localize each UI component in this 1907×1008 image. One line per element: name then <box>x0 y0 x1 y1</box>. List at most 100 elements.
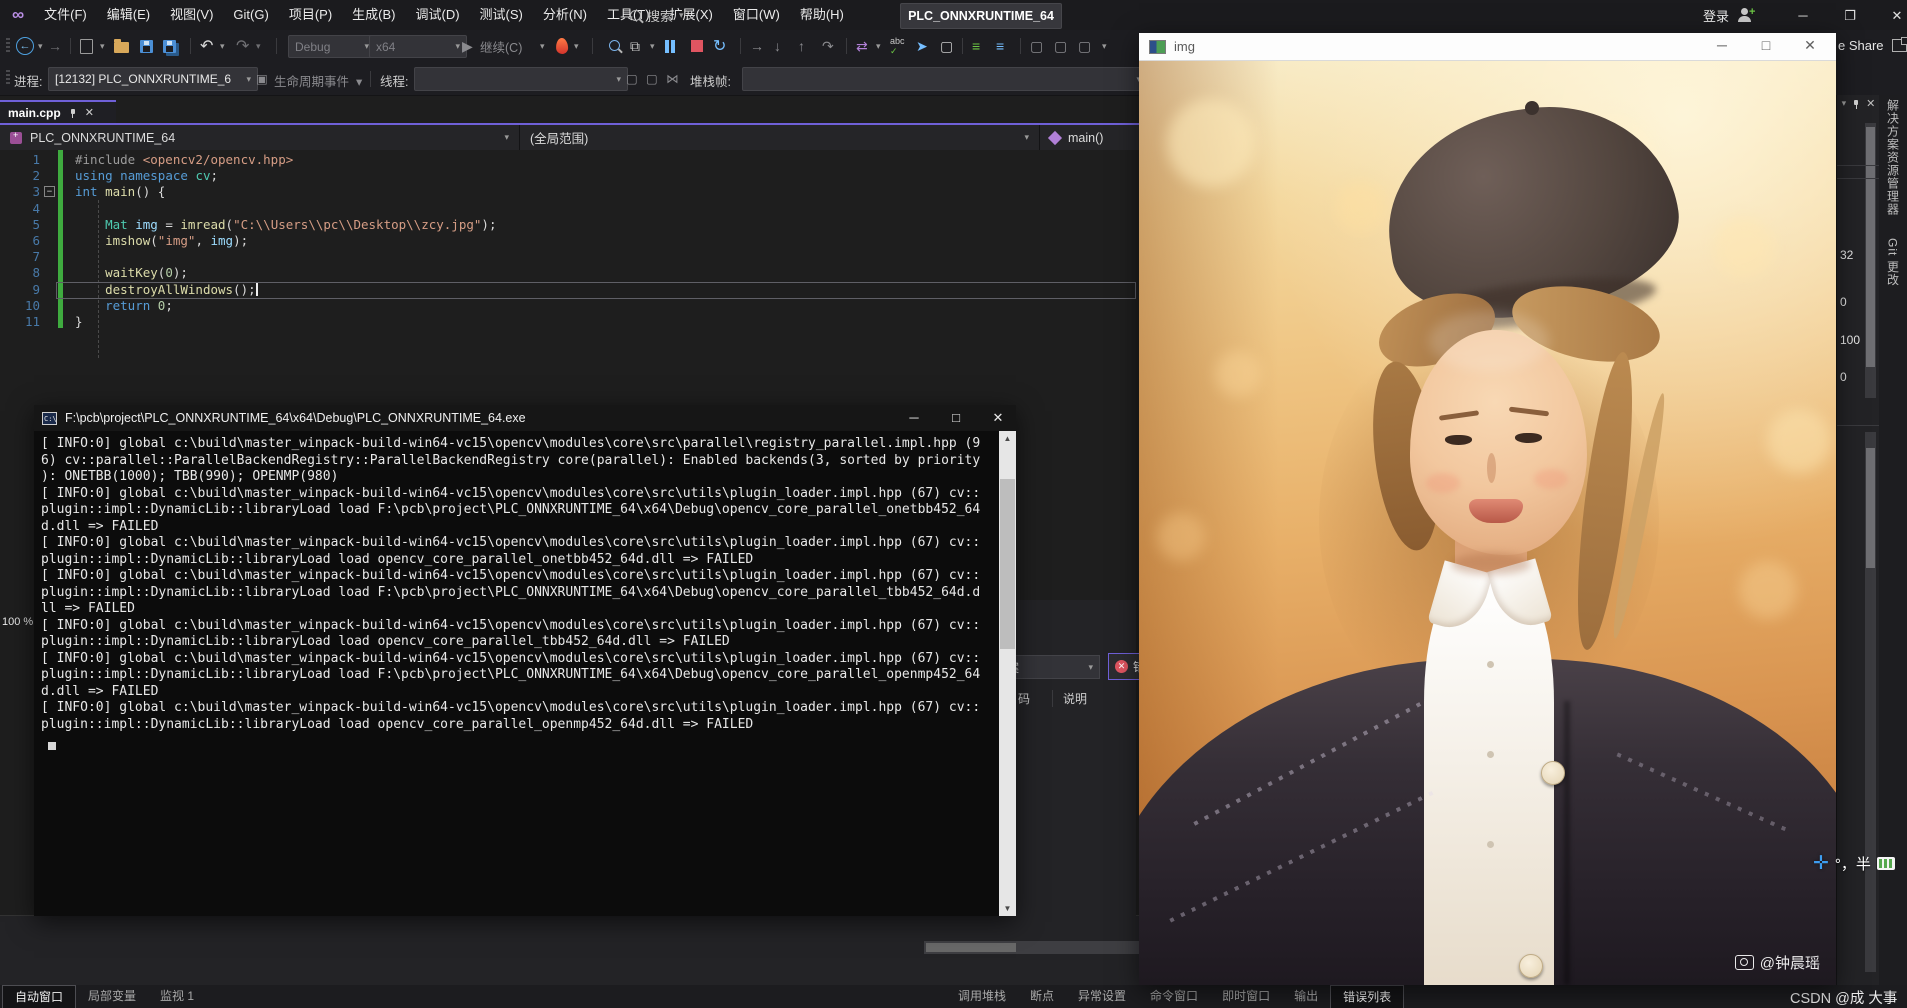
scroll-up-icon[interactable]: ▲ <box>999 431 1016 446</box>
navigate-forward-icon[interactable]: → <box>48 36 62 56</box>
save-all-icon[interactable] <box>163 36 176 56</box>
drag-handle[interactable] <box>6 70 10 86</box>
lifecycle-events-button[interactable]: 生命周期事件 <box>274 71 349 90</box>
console-window[interactable]: C:\ F:\pcb\project\PLC_ONNXRUNTIME_64\x6… <box>34 405 1016 916</box>
bottom-tab-right-4[interactable]: 即时窗口 <box>1210 985 1282 1008</box>
close-panel-icon[interactable]: ✕ <box>1866 97 1875 110</box>
img-maximize-button[interactable]: □ <box>1752 37 1780 53</box>
hot-reload-icon[interactable] <box>556 36 568 56</box>
copy-frame-icon[interactable]: ▢ <box>940 36 953 56</box>
vertical-tab-1[interactable]: Git 更改 <box>1885 238 1902 287</box>
minimize-button[interactable]: ─ <box>1793 8 1813 23</box>
chevron-down-icon[interactable]: ▾ <box>540 36 545 56</box>
global-search[interactable]: 搜索 ▾ <box>630 4 684 26</box>
menu-item-file[interactable]: 文件(F) <box>34 0 97 30</box>
chevron-down-icon[interactable]: ▾ <box>38 36 43 56</box>
bottom-tab-right-3[interactable]: 命令窗口 <box>1138 985 1210 1008</box>
format-indent-icon[interactable]: ≡ <box>996 36 1004 56</box>
menu-item-project[interactable]: 项目(P) <box>279 0 342 30</box>
menu-item-window[interactable]: 窗口(W) <box>723 0 790 30</box>
console-body[interactable]: [ INFO:0] global c:\build\master_winpack… <box>34 431 999 916</box>
scrollbar-thumb[interactable] <box>926 943 1016 952</box>
bookmark-next-icon[interactable]: ▢ <box>1078 36 1091 56</box>
format-lines-icon[interactable]: ≡ <box>972 36 980 56</box>
menu-item-debug[interactable]: 调试(D) <box>406 0 470 30</box>
keyboard-icon[interactable] <box>1877 857 1895 870</box>
app-window-icon[interactable]: ⧉ <box>630 36 640 56</box>
menu-item-git[interactable]: Git(G) <box>223 0 278 30</box>
bottom-tab-right-1[interactable]: 断点 <box>1018 985 1066 1008</box>
bottom-tab-right-0[interactable]: 调用堆栈 <box>946 985 1018 1008</box>
live-share-fragment[interactable]: e Share <box>1838 38 1907 53</box>
menu-item-help[interactable]: 帮助(H) <box>790 0 854 30</box>
flag-threads-icon[interactable]: ▢ <box>626 71 638 86</box>
menu-item-test[interactable]: 测试(S) <box>470 0 533 30</box>
bottom-tab-right-2[interactable]: 异常设置 <box>1066 985 1138 1008</box>
close-tab-icon[interactable]: ✕ <box>85 106 94 119</box>
parallel-stacks-icon[interactable]: ⇄ <box>856 36 868 56</box>
scrollbar-thumb[interactable] <box>1000 479 1015 649</box>
redo-icon[interactable]: ↷ <box>236 36 249 56</box>
undo-icon[interactable]: ↶ <box>200 36 213 56</box>
continue-play-icon[interactable]: ▶ <box>462 36 473 56</box>
bottom-tab-right-5[interactable]: 输出 <box>1282 985 1330 1008</box>
chevron-down-icon[interactable]: ▾ <box>574 36 579 56</box>
maximize-button[interactable]: ❐ <box>1840 8 1860 24</box>
chevron-down-icon[interactable]: ▾ <box>650 36 655 56</box>
thread-select[interactable]: ▾ <box>414 67 628 91</box>
drag-handle[interactable] <box>6 38 10 54</box>
console-title-bar[interactable]: C:\ F:\pcb\project\PLC_ONNXRUNTIME_64\x6… <box>34 405 1016 431</box>
bookmark-icon[interactable]: ▢ <box>1030 36 1043 56</box>
pause-icon[interactable] <box>665 36 675 56</box>
bottom-tab-1[interactable]: 局部变量 <box>76 985 148 1008</box>
debug-config-select[interactable]: Debug▾ <box>288 35 376 58</box>
scrollbar-thumb[interactable] <box>1866 127 1875 367</box>
navigate-back-icon[interactable]: ← <box>16 36 34 56</box>
show-threads-icon[interactable]: ▢ <box>646 71 658 86</box>
editor-zoom-level[interactable]: 100 % <box>2 616 33 628</box>
menu-item-view[interactable]: 视图(V) <box>160 0 223 30</box>
scroll-down-icon[interactable]: ▼ <box>999 901 1016 916</box>
chevron-down-icon[interactable]: ▾ <box>1842 98 1847 109</box>
pin-icon[interactable] <box>69 109 77 117</box>
img-minimize-button[interactable]: ─ <box>1708 37 1736 53</box>
spell-check-icon[interactable]: abc✓ <box>890 36 905 56</box>
console-maximize-button[interactable]: □ <box>946 410 966 425</box>
chevron-down-icon[interactable]: ▾ <box>256 36 261 56</box>
thread-join-icon[interactable]: ⋈ <box>666 71 679 86</box>
opencv-image-window[interactable]: img ─ □ ✕ <box>1139 33 1836 985</box>
step-over-icon[interactable]: ↓ <box>774 36 781 56</box>
run-to-cursor-icon[interactable]: ↷ <box>822 36 834 56</box>
tab-main-cpp[interactable]: main.cpp ✕ <box>0 100 116 123</box>
menu-item-edit[interactable]: 编辑(E) <box>97 0 160 30</box>
chevron-down-icon[interactable]: ▾ <box>220 36 225 56</box>
scrollbar-thumb[interactable] <box>1866 448 1875 568</box>
menu-item-build[interactable]: 生成(B) <box>342 0 405 30</box>
platform-select[interactable]: x64▾ <box>369 35 467 58</box>
bottom-tab-2[interactable]: 监视 1 <box>148 985 206 1008</box>
console-minimize-button[interactable]: ─ <box>904 410 924 425</box>
open-file-icon[interactable] <box>114 36 129 56</box>
bottom-tab-right-6[interactable]: 错误列表 <box>1330 985 1404 1008</box>
stop-icon[interactable] <box>691 36 703 56</box>
new-file-icon[interactable] <box>80 36 93 56</box>
vertical-tab-0[interactable]: 解决方案资源管理器 <box>1885 99 1902 216</box>
nav-scope-dropdown[interactable]: (全局范围) ▾ <box>520 125 1040 150</box>
step-out-icon[interactable]: ↑ <box>798 36 805 56</box>
ime-indicator[interactable]: ✛ °，半 <box>1813 852 1895 875</box>
restart-icon[interactable]: ↻ <box>713 36 726 56</box>
chevron-down-icon[interactable]: ▾ <box>100 36 105 56</box>
console-scrollbar[interactable]: ▲ ▼ <box>999 431 1016 916</box>
chevron-down-icon[interactable]: ▾ <box>876 36 881 56</box>
bottom-tab-0[interactable]: 自动窗口 <box>2 985 76 1008</box>
bookmark-prev-icon[interactable]: ▢ <box>1054 36 1067 56</box>
login-area[interactable]: 登录 + <box>1703 0 1753 30</box>
toolbar-overflow-icon[interactable]: ▾ <box>1102 36 1107 56</box>
pin-icon[interactable] <box>1852 100 1860 108</box>
process-select[interactable]: [12132] PLC_ONNXRUNTIME_6▾ <box>48 67 258 91</box>
chevron-down-icon[interactable]: ▾ <box>356 74 362 89</box>
close-button[interactable]: ✕ <box>1887 8 1907 24</box>
save-icon[interactable] <box>140 36 153 56</box>
step-into-icon[interactable]: → <box>750 36 764 56</box>
select-pointer-icon[interactable]: ➤ <box>916 36 928 56</box>
